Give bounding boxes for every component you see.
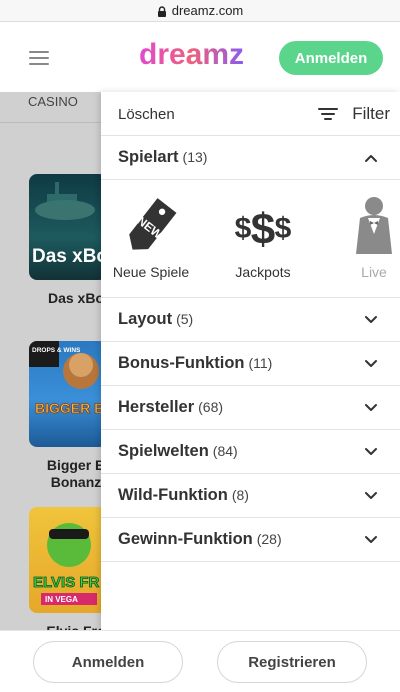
chevron-up-icon — [365, 154, 377, 162]
section-spielwelten[interactable]: Spielwelten (84) — [101, 430, 400, 474]
game-card[interactable]: Das xBo Das xBo — [29, 174, 107, 307]
svg-text:$: $ — [251, 205, 275, 254]
chevron-down-icon — [365, 315, 377, 323]
section-gewinn-funktion[interactable]: Gewinn-Funktion (28) — [101, 518, 400, 562]
svg-text:IN VEGA: IN VEGA — [45, 595, 78, 604]
login-button-bottom[interactable]: Anmelden — [33, 641, 183, 683]
svg-text:DROPS & WINS: DROPS & WINS — [32, 347, 81, 354]
section-label: Layout (5) — [118, 310, 194, 328]
game-card[interactable]: DROPS & WINS BIGGER BASS Bigger B Bonanz — [29, 341, 107, 491]
butler-icon — [326, 194, 400, 258]
game-thumbnail[interactable]: ELVIS FR IN VEGA — [29, 507, 107, 613]
lock-icon — [157, 5, 167, 17]
brand-logo[interactable]: dreamz — [139, 38, 257, 71]
chevron-down-icon — [365, 403, 377, 411]
section-label: Gewinn-Funktion (28) — [118, 530, 282, 548]
section-label: Bonus-Funktion (11) — [118, 354, 273, 372]
svg-text:Das xBo: Das xBo — [32, 246, 107, 267]
section-layout[interactable]: Layout (5) — [101, 298, 400, 342]
game-card[interactable]: ELVIS FR IN VEGA Elvis Fro — [29, 507, 107, 640]
clear-filters-link[interactable]: Löschen — [118, 106, 175, 123]
url-text: dreamz.com — [171, 3, 244, 18]
category-new-games[interactable]: NEW Neue Spiele — [103, 194, 199, 280]
app-page: dreamz.com dreamz Anmelden CASINO Das xB… — [0, 0, 400, 692]
svg-text:ELVIS FR: ELVIS FR — [33, 574, 100, 591]
chevron-down-icon — [365, 447, 377, 455]
section-label: Wild-Funktion (8) — [118, 486, 249, 504]
menu-icon[interactable] — [29, 51, 49, 65]
category-label: Live — [361, 264, 387, 280]
svg-text:BIGGER BASS: BIGGER BASS — [35, 400, 107, 416]
chevron-down-icon — [365, 535, 377, 543]
section-bonus-funktion[interactable]: Bonus-Funktion (11) — [101, 342, 400, 386]
section-hersteller[interactable]: Hersteller (68) — [101, 386, 400, 430]
bottom-action-bar: Anmelden Registrieren — [0, 630, 400, 692]
section-spielart[interactable]: Spielart (13) — [101, 136, 400, 180]
section-label: Spielart (13) — [118, 148, 208, 166]
category-label: Jackpots — [235, 264, 291, 280]
tab-casino[interactable]: CASINO — [28, 94, 78, 109]
game-thumbnail[interactable]: Das xBo — [29, 174, 107, 280]
chevron-down-icon — [365, 359, 377, 367]
category-icons-row: NEW Neue Spiele $ $ $ Jackpots Live — [101, 180, 400, 298]
new-tag-icon: NEW — [103, 194, 199, 258]
filter-button[interactable]: Filter — [318, 104, 390, 124]
game-thumbnail[interactable]: DROPS & WINS BIGGER BASS — [29, 341, 107, 447]
browser-url-bar[interactable]: dreamz.com — [0, 0, 400, 22]
chevron-down-icon — [365, 491, 377, 499]
tab-divider — [0, 122, 101, 123]
site-header: dreamz Anmelden — [0, 22, 400, 92]
svg-text:$: $ — [235, 212, 252, 245]
drawer-toolbar: Löschen Filter — [101, 92, 400, 136]
category-jackpots[interactable]: $ $ $ Jackpots — [215, 194, 311, 280]
register-button[interactable]: Registrieren — [217, 641, 367, 683]
filter-label: Filter — [352, 104, 390, 123]
login-button[interactable]: Anmelden — [279, 41, 383, 75]
dollar-signs-icon: $ $ $ — [215, 194, 311, 258]
section-label: Hersteller (68) — [118, 398, 224, 416]
section-wild-funktion[interactable]: Wild-Funktion (8) — [101, 474, 400, 518]
filter-icon — [318, 106, 339, 122]
category-live[interactable]: Live — [326, 194, 400, 280]
category-label: Neue Spiele — [112, 264, 190, 280]
section-label: Spielwelten (84) — [118, 442, 238, 460]
svg-text:$: $ — [275, 212, 292, 245]
svg-text:dreamz: dreamz — [139, 39, 244, 71]
filter-drawer: Löschen Filter Spielart (13) NEW Neue Sp… — [101, 92, 400, 630]
